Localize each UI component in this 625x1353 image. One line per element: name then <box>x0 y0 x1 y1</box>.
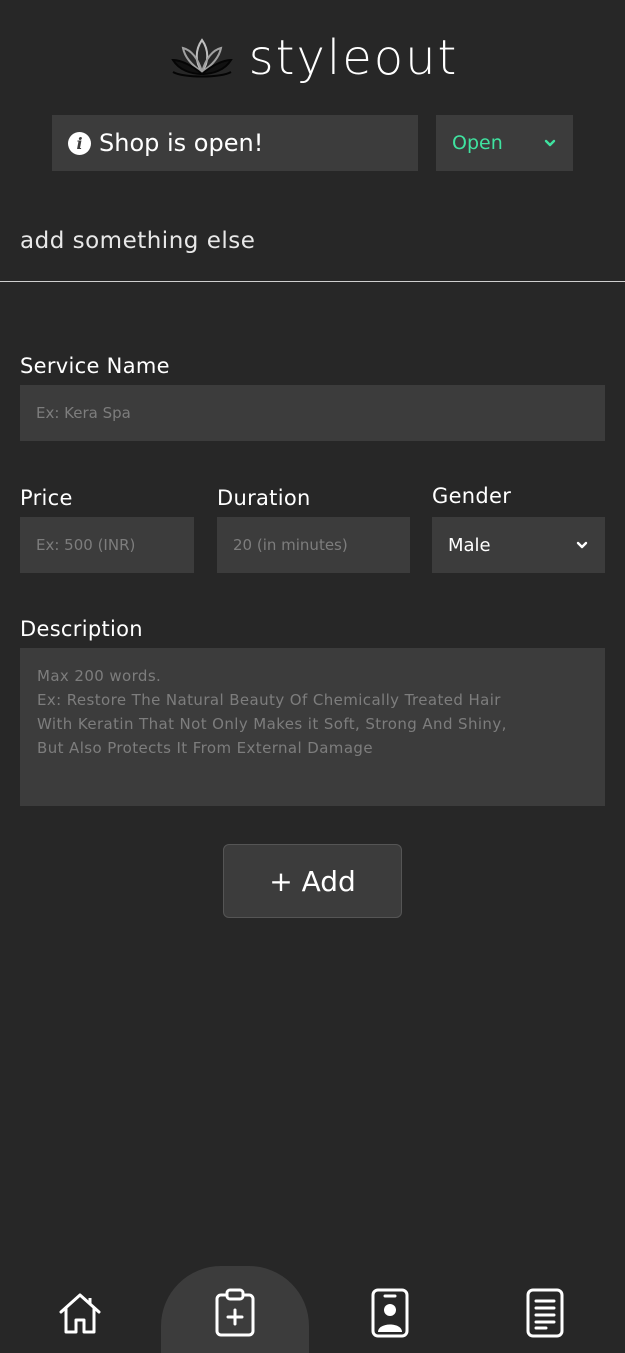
price-input[interactable] <box>20 517 194 573</box>
gender-label: Gender <box>432 484 512 508</box>
app-logo: styleout <box>0 30 625 86</box>
service-name-input[interactable] <box>20 385 605 441</box>
shop-status-message: Shop is open! <box>99 129 264 157</box>
clipboard-add-icon <box>215 1288 255 1337</box>
info-icon: i <box>68 131 91 155</box>
home-icon <box>59 1293 101 1334</box>
nav-item-documents[interactable] <box>518 1286 572 1340</box>
shop-status-banner: i Shop is open! <box>52 115 418 171</box>
lotus-icon <box>170 38 233 78</box>
description-textarea[interactable] <box>20 648 605 806</box>
shop-status-value: Open <box>452 132 503 154</box>
gender-select[interactable]: Male <box>432 517 605 573</box>
gender-value: Male <box>448 534 491 556</box>
duration-label: Duration <box>217 486 311 510</box>
nav-item-home[interactable] <box>53 1286 107 1340</box>
section-title: add something else <box>20 228 256 254</box>
nav-item-profile[interactable] <box>363 1286 417 1340</box>
nav-item-add-service[interactable] <box>208 1286 262 1340</box>
service-name-label: Service Name <box>20 354 170 378</box>
add-service-screen: styleout i Shop is open! Open add someth… <box>0 0 625 1353</box>
chevron-down-icon <box>544 139 556 147</box>
document-icon <box>526 1288 564 1338</box>
divider <box>0 281 625 282</box>
description-label: Description <box>20 617 143 641</box>
add-service-button[interactable]: + Add <box>223 844 402 918</box>
duration-input[interactable] <box>217 517 410 573</box>
app-name: styleout <box>248 30 459 86</box>
price-label: Price <box>20 486 73 510</box>
chevron-down-icon <box>576 541 588 549</box>
shop-status-select[interactable]: Open <box>436 115 573 171</box>
profile-badge-icon <box>371 1288 409 1338</box>
